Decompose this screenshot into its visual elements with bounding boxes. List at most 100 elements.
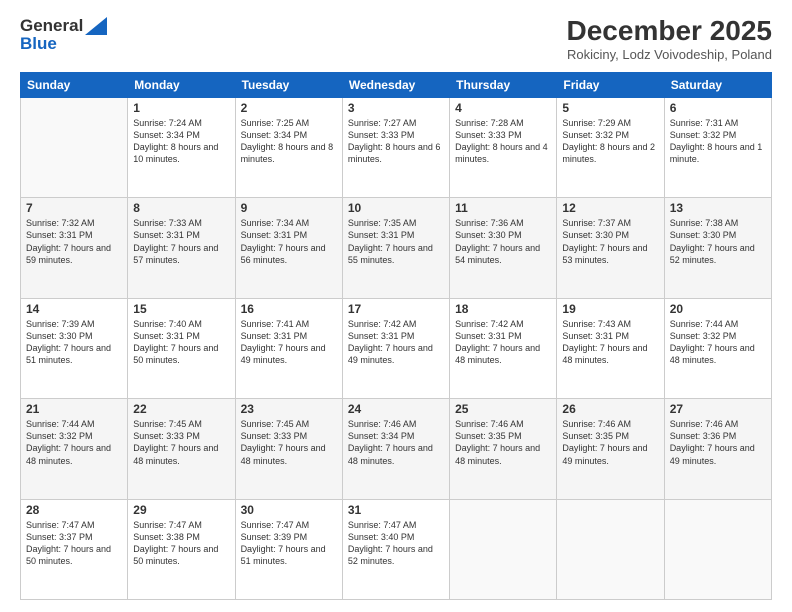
col-thursday: Thursday [450, 72, 557, 97]
day-info: Sunrise: 7:33 AMSunset: 3:31 PMDaylight:… [133, 217, 229, 266]
table-row: 29 Sunrise: 7:47 AMSunset: 3:38 PMDayligh… [128, 499, 235, 599]
day-number: 16 [241, 302, 337, 316]
day-number: 7 [26, 201, 122, 215]
day-info: Sunrise: 7:25 AMSunset: 3:34 PMDaylight:… [241, 117, 337, 166]
logo-blue: Blue [20, 34, 57, 54]
day-info: Sunrise: 7:46 AMSunset: 3:36 PMDaylight:… [670, 418, 766, 467]
day-number: 15 [133, 302, 229, 316]
table-row: 4 Sunrise: 7:28 AMSunset: 3:33 PMDaylight… [450, 97, 557, 197]
calendar-week-row: 14 Sunrise: 7:39 AMSunset: 3:30 PMDayligh… [21, 298, 772, 398]
day-number: 4 [455, 101, 551, 115]
calendar-week-row: 21 Sunrise: 7:44 AMSunset: 3:32 PMDayligh… [21, 399, 772, 499]
table-row: 22 Sunrise: 7:45 AMSunset: 3:33 PMDayligh… [128, 399, 235, 499]
table-row: 7 Sunrise: 7:32 AMSunset: 3:31 PMDaylight… [21, 198, 128, 298]
day-number: 31 [348, 503, 444, 517]
day-info: Sunrise: 7:45 AMSunset: 3:33 PMDaylight:… [241, 418, 337, 467]
day-info: Sunrise: 7:47 AMSunset: 3:39 PMDaylight:… [241, 519, 337, 568]
table-row: 17 Sunrise: 7:42 AMSunset: 3:31 PMDayligh… [342, 298, 449, 398]
day-number: 17 [348, 302, 444, 316]
day-number: 22 [133, 402, 229, 416]
day-info: Sunrise: 7:45 AMSunset: 3:33 PMDaylight:… [133, 418, 229, 467]
day-info: Sunrise: 7:32 AMSunset: 3:31 PMDaylight:… [26, 217, 122, 266]
day-number: 2 [241, 101, 337, 115]
calendar-week-row: 7 Sunrise: 7:32 AMSunset: 3:31 PMDaylight… [21, 198, 772, 298]
table-row: 28 Sunrise: 7:47 AMSunset: 3:37 PMDayligh… [21, 499, 128, 599]
table-row: 26 Sunrise: 7:46 AMSunset: 3:35 PMDayligh… [557, 399, 664, 499]
day-info: Sunrise: 7:47 AMSunset: 3:38 PMDaylight:… [133, 519, 229, 568]
day-info: Sunrise: 7:43 AMSunset: 3:31 PMDaylight:… [562, 318, 658, 367]
table-row: 21 Sunrise: 7:44 AMSunset: 3:32 PMDayligh… [21, 399, 128, 499]
day-info: Sunrise: 7:46 AMSunset: 3:34 PMDaylight:… [348, 418, 444, 467]
title-area: December 2025 Rokiciny, Lodz Voivodeship… [567, 16, 772, 62]
day-number: 28 [26, 503, 122, 517]
day-info: Sunrise: 7:24 AMSunset: 3:34 PMDaylight:… [133, 117, 229, 166]
table-row: 9Sunrise: 7:34 AMSunset: 3:31 PMDaylight… [235, 198, 342, 298]
table-row: 25 Sunrise: 7:46 AMSunset: 3:35 PMDayligh… [450, 399, 557, 499]
day-number: 13 [670, 201, 766, 215]
table-row [21, 97, 128, 197]
col-tuesday: Tuesday [235, 72, 342, 97]
day-number: 29 [133, 503, 229, 517]
table-row [664, 499, 771, 599]
day-number: 11 [455, 201, 551, 215]
day-info: Sunrise: 7:36 AMSunset: 3:30 PMDaylight:… [455, 217, 551, 266]
day-number: 14 [26, 302, 122, 316]
table-row: 18 Sunrise: 7:42 AMSunset: 3:31 PMDayligh… [450, 298, 557, 398]
day-number: 6 [670, 101, 766, 115]
table-row: 27Sunrise: 7:46 AMSunset: 3:36 PMDayligh… [664, 399, 771, 499]
day-info: Sunrise: 7:29 AMSunset: 3:32 PMDaylight:… [562, 117, 658, 166]
day-number: 5 [562, 101, 658, 115]
table-row: 8Sunrise: 7:33 AMSunset: 3:31 PMDaylight… [128, 198, 235, 298]
day-number: 21 [26, 402, 122, 416]
table-row: 15 Sunrise: 7:40 AMSunset: 3:31 PMDayligh… [128, 298, 235, 398]
table-row: 2 Sunrise: 7:25 AMSunset: 3:34 PMDaylight… [235, 97, 342, 197]
table-row: 12Sunrise: 7:37 AMSunset: 3:30 PMDayligh… [557, 198, 664, 298]
day-number: 20 [670, 302, 766, 316]
day-info: Sunrise: 7:31 AMSunset: 3:32 PMDaylight:… [670, 117, 766, 166]
col-saturday: Saturday [664, 72, 771, 97]
day-info: Sunrise: 7:35 AMSunset: 3:31 PMDaylight:… [348, 217, 444, 266]
day-info: Sunrise: 7:28 AMSunset: 3:33 PMDaylight:… [455, 117, 551, 166]
col-wednesday: Wednesday [342, 72, 449, 97]
day-number: 25 [455, 402, 551, 416]
table-row: 30 Sunrise: 7:47 AMSunset: 3:39 PMDayligh… [235, 499, 342, 599]
day-info: Sunrise: 7:42 AMSunset: 3:31 PMDaylight:… [348, 318, 444, 367]
day-info: Sunrise: 7:44 AMSunset: 3:32 PMDaylight:… [26, 418, 122, 467]
table-row: 5 Sunrise: 7:29 AMSunset: 3:32 PMDaylight… [557, 97, 664, 197]
day-number: 24 [348, 402, 444, 416]
logo-icon [85, 17, 107, 35]
day-info: Sunrise: 7:27 AMSunset: 3:33 PMDaylight:… [348, 117, 444, 166]
day-number: 18 [455, 302, 551, 316]
month-title: December 2025 [567, 16, 772, 47]
header: General Blue December 2025 Rokiciny, Lod… [20, 16, 772, 62]
col-friday: Friday [557, 72, 664, 97]
day-info: Sunrise: 7:38 AMSunset: 3:30 PMDaylight:… [670, 217, 766, 266]
day-info: Sunrise: 7:47 AMSunset: 3:37 PMDaylight:… [26, 519, 122, 568]
table-row: 11 Sunrise: 7:36 AMSunset: 3:30 PMDayligh… [450, 198, 557, 298]
day-info: Sunrise: 7:46 AMSunset: 3:35 PMDaylight:… [562, 418, 658, 467]
day-info: Sunrise: 7:39 AMSunset: 3:30 PMDaylight:… [26, 318, 122, 367]
day-info: Sunrise: 7:40 AMSunset: 3:31 PMDaylight:… [133, 318, 229, 367]
table-row [450, 499, 557, 599]
day-info: Sunrise: 7:46 AMSunset: 3:35 PMDaylight:… [455, 418, 551, 467]
table-row: 20 Sunrise: 7:44 AMSunset: 3:32 PMDayligh… [664, 298, 771, 398]
day-info: Sunrise: 7:42 AMSunset: 3:31 PMDaylight:… [455, 318, 551, 367]
table-row: 16Sunrise: 7:41 AMSunset: 3:31 PMDayligh… [235, 298, 342, 398]
day-info: Sunrise: 7:34 AMSunset: 3:31 PMDaylight:… [241, 217, 337, 266]
table-row: 31Sunrise: 7:47 AMSunset: 3:40 PMDayligh… [342, 499, 449, 599]
day-number: 3 [348, 101, 444, 115]
calendar: Sunday Monday Tuesday Wednesday Thursday… [20, 72, 772, 600]
page: General Blue December 2025 Rokiciny, Lod… [0, 0, 792, 612]
table-row: 19 Sunrise: 7:43 AMSunset: 3:31 PMDayligh… [557, 298, 664, 398]
day-info: Sunrise: 7:44 AMSunset: 3:32 PMDaylight:… [670, 318, 766, 367]
logo: General Blue [20, 16, 107, 54]
day-number: 19 [562, 302, 658, 316]
day-number: 26 [562, 402, 658, 416]
day-info: Sunrise: 7:37 AMSunset: 3:30 PMDaylight:… [562, 217, 658, 266]
day-number: 30 [241, 503, 337, 517]
logo-general: General [20, 16, 83, 36]
table-row: 23Sunrise: 7:45 AMSunset: 3:33 PMDayligh… [235, 399, 342, 499]
table-row: 10Sunrise: 7:35 AMSunset: 3:31 PMDayligh… [342, 198, 449, 298]
col-sunday: Sunday [21, 72, 128, 97]
table-row: 14 Sunrise: 7:39 AMSunset: 3:30 PMDayligh… [21, 298, 128, 398]
